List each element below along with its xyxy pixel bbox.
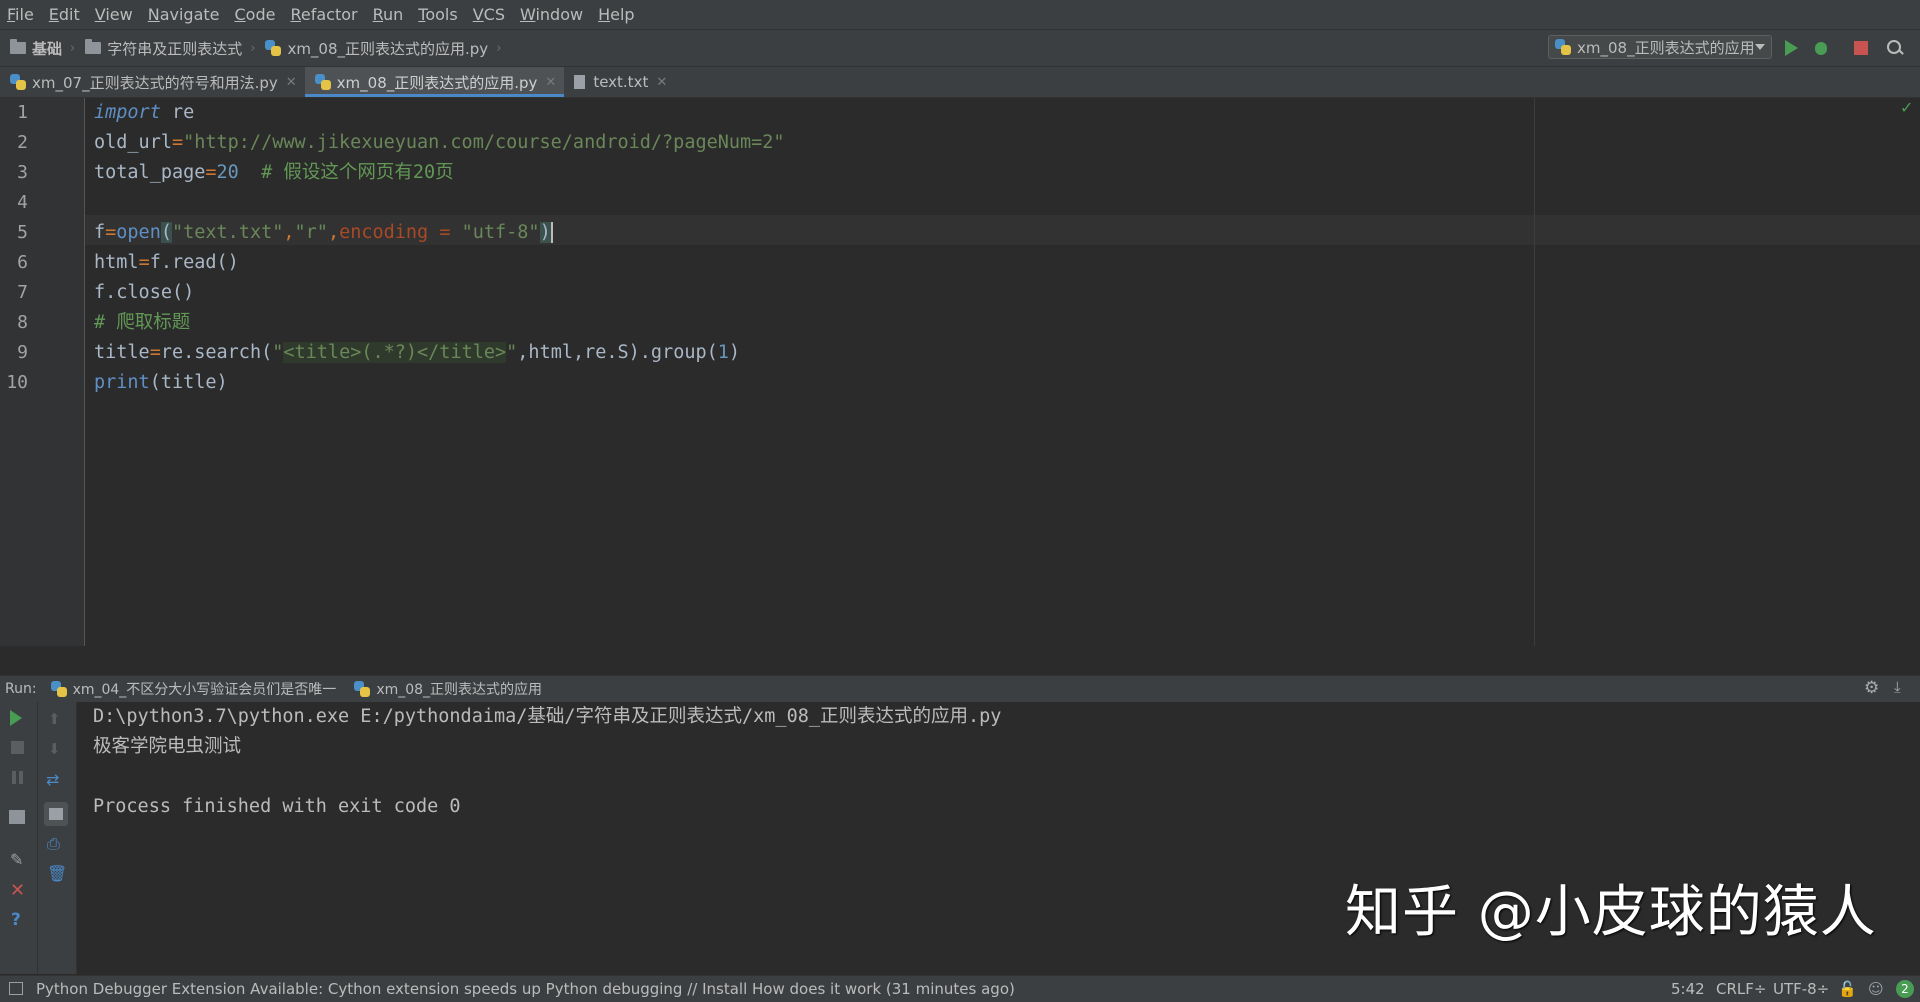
arrow-down-icon[interactable]: ⬇ <box>48 740 64 758</box>
line-separator[interactable]: CRLF÷ <box>1716 976 1766 1002</box>
hide-panel-icon[interactable]: ⤓ <box>1894 678 1901 696</box>
close-icon[interactable]: ✕ <box>286 75 297 90</box>
python-file-icon <box>10 74 26 90</box>
code-line-7: f.close() <box>94 282 195 303</box>
dropdown-caret-icon <box>1755 44 1765 50</box>
line-number: 9 <box>17 342 28 363</box>
status-message[interactable]: Python Debugger Extension Available: Cyt… <box>36 980 1015 998</box>
chevron-right-icon: › <box>250 40 256 56</box>
tool-window-toggle-icon[interactable] <box>9 982 23 995</box>
code-line-3: total_page=20 # 假设这个网页有20页 <box>94 162 454 183</box>
code-line-1: import re <box>94 102 195 123</box>
code-editor[interactable]: 1 2 3 4 5 6 7 8 9 10 ✓ import re old_url… <box>0 98 1920 646</box>
scroll-to-end-icon[interactable] <box>44 802 68 826</box>
run-configuration-select[interactable]: xm_08_正则表达式的应用 <box>1548 35 1772 59</box>
trash-icon[interactable]: 🗑 <box>47 864 67 883</box>
line-number: 5 <box>17 222 28 243</box>
toolbar-divider <box>37 702 38 974</box>
rerun-icon[interactable] <box>10 710 26 726</box>
tab-text-txt[interactable]: text.txt ✕ <box>564 67 675 97</box>
caret-position[interactable]: 5:42 <box>1671 976 1705 1002</box>
code-line-6: html=f.read() <box>94 252 239 273</box>
folder-icon <box>10 39 26 54</box>
run-icon[interactable] <box>1782 39 1800 57</box>
menu-tools[interactable]: Tools <box>411 0 465 29</box>
watermark: 知乎 @小皮球的猿人 <box>1345 880 1877 945</box>
search-icon[interactable] <box>1886 39 1904 57</box>
run-panel-header: Run: xm_04_不区分大小写验证会员们是否唯一 xm_08_正则表达式的应… <box>0 675 1920 702</box>
code-line-9: title=re.search("<title>(.*?)</title>",h… <box>94 342 741 363</box>
check-icon: ✓ <box>1900 98 1914 117</box>
stop-icon[interactable] <box>10 740 26 756</box>
run-panel-label: Run: <box>5 681 37 697</box>
line-number: 6 <box>17 252 28 273</box>
stop-icon[interactable] <box>1852 39 1870 57</box>
notifications-badge[interactable]: 2 <box>1896 980 1914 998</box>
line-number-gutter: 1 2 3 4 5 6 7 8 9 10 <box>0 98 85 646</box>
menu-run[interactable]: Run <box>366 0 412 29</box>
tab-xm07[interactable]: xm_07_正则表达式的符号和用法.py ✕ <box>0 67 305 97</box>
run-tab-xm08[interactable]: xm_08_正则表达式的应用 <box>354 679 542 699</box>
editor-tabs: xm_07_正则表达式的符号和用法.py ✕ xm_08_正则表达式的应用.py… <box>0 67 1920 98</box>
line-number: 10 <box>6 372 28 393</box>
menu-refactor[interactable]: Refactor <box>283 0 365 29</box>
line-number: 8 <box>17 312 28 333</box>
close-icon[interactable]: ✕ <box>545 75 556 90</box>
menu-navigate[interactable]: Navigate <box>141 0 228 29</box>
menu-help[interactable]: Help <box>591 0 642 29</box>
menu-bar: File Edit View Navigate Code Refactor Ru… <box>0 0 1920 30</box>
menu-view[interactable]: View <box>88 0 141 29</box>
python-file-icon <box>1555 39 1571 55</box>
python-file-icon <box>354 681 371 697</box>
folder-icon <box>85 39 102 54</box>
console-line: 极客学院电虫测试 <box>93 736 242 757</box>
chevron-right-icon: › <box>70 40 76 56</box>
line-number: 4 <box>17 192 28 213</box>
menu-edit[interactable]: Edit <box>42 0 88 29</box>
chevron-right-icon: › <box>496 40 502 56</box>
close-icon[interactable]: ✕ <box>656 75 667 90</box>
code-line-2: old_url="http://www.jikexueyuan.com/cour… <box>94 132 785 153</box>
close-icon[interactable]: ✕ <box>10 880 26 901</box>
breadcrumb-folder[interactable]: 字符串及正则表达式 › <box>85 38 255 59</box>
layout-icon[interactable] <box>9 810 25 826</box>
navigation-bar: 基础 › 字符串及正则表达式 › xm_08_正则表达式的应用.py › xm_… <box>0 30 1920 67</box>
line-number: 2 <box>17 132 28 153</box>
python-file-icon <box>314 74 331 90</box>
run-tab-xm04[interactable]: xm_04_不区分大小写验证会员们是否唯一 <box>50 679 336 699</box>
pin-icon[interactable]: ✎ <box>10 850 26 869</box>
text-file-icon <box>574 75 586 89</box>
console-line: D:\python3.7\python.exe E:/pythondaima/基… <box>93 706 1002 727</box>
line-number: 1 <box>17 102 28 123</box>
breadcrumb-file[interactable]: xm_08_正则表达式的应用.py › <box>265 38 501 59</box>
menu-vcs[interactable]: VCS <box>466 0 513 29</box>
inspector-icon[interactable]: ☺ <box>1868 976 1884 1002</box>
python-file-icon <box>50 681 67 697</box>
code-line-10: print(title) <box>94 372 228 393</box>
console-line: Process finished with exit code 0 <box>93 796 461 817</box>
breadcrumb-project[interactable]: 基础 › <box>10 38 75 59</box>
line-number: 3 <box>17 162 28 183</box>
code-line-5: f=open("text.txt","r",encoding = "utf-8"… <box>94 222 553 243</box>
arrow-up-icon[interactable]: ⬆ <box>48 710 64 728</box>
right-margin-guide <box>1534 98 1535 646</box>
file-encoding[interactable]: UTF-8÷ <box>1773 976 1829 1002</box>
settings-gear-icon[interactable]: ⚙ <box>1864 678 1879 698</box>
menu-file[interactable]: File <box>0 0 42 29</box>
python-file-icon <box>265 40 282 56</box>
code-line-8: # 爬取标题 <box>94 312 191 333</box>
lock-icon[interactable]: 🔓 <box>1838 976 1857 1002</box>
soft-wrap-icon[interactable]: ⇄ <box>46 770 62 789</box>
pause-icon[interactable] <box>10 770 26 786</box>
tab-xm08[interactable]: xm_08_正则表达式的应用.py ✕ <box>304 67 565 97</box>
run-toolbar: ✎ ✕ ? ⬆ ⬇ ⇄ ⎙ 🗑 <box>0 702 77 974</box>
print-icon[interactable]: ⎙ <box>47 834 63 853</box>
debug-bug-icon[interactable] <box>1812 39 1830 57</box>
menu-code[interactable]: Code <box>228 0 284 29</box>
line-number: 7 <box>17 282 28 303</box>
menu-window[interactable]: Window <box>513 0 591 29</box>
status-bar: Python Debugger Extension Available: Cyt… <box>0 975 1920 1002</box>
help-icon[interactable]: ? <box>11 910 27 930</box>
